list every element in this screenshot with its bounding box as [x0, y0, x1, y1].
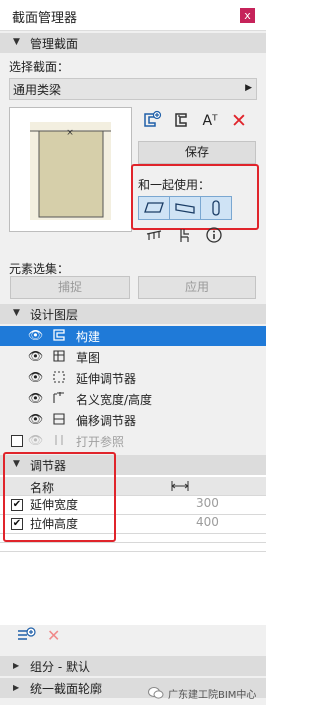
layer-label: 名义宽度/高度: [76, 393, 153, 407]
offset-adjuster-icon: [53, 413, 65, 425]
components-default-header[interactable]: ▶ 组分 - 默认: [0, 656, 266, 676]
sketch-layer-icon: [53, 350, 65, 362]
duplicate-profile-icon[interactable]: [170, 110, 192, 132]
visibility-eye-icon[interactable]: 👁: [28, 349, 44, 363]
visibility-eye-icon[interactable]: 👁: [28, 370, 44, 384]
expand-triangle-icon: ▶: [13, 683, 20, 692]
use-with-column-button[interactable]: [200, 196, 232, 220]
delete-adjuster-icon[interactable]: ✕: [47, 626, 60, 645]
rename-text-icon[interactable]: Aᵀ: [199, 110, 221, 132]
visibility-eye-icon[interactable]: 👁: [28, 391, 44, 405]
layer-label: 偏移调节器: [76, 414, 137, 428]
select-profile-label: 选择截面：: [9, 60, 70, 74]
watermark: 广东建工院BIM中心: [148, 684, 264, 702]
manage-profiles-header[interactable]: ▼ 管理截面: [0, 33, 266, 53]
railing-icon[interactable]: [143, 226, 165, 248]
layer-label: 打开参照: [76, 435, 125, 449]
nominal-size-icon: [53, 392, 64, 403]
chair-icon[interactable]: [173, 226, 195, 248]
open-reference-checkbox[interactable]: [11, 435, 23, 447]
collapse-triangle-icon: ▼: [13, 308, 20, 318]
dropdown-arrow-icon: ▶: [245, 83, 252, 93]
components-default-title: 组分 - 默认: [30, 660, 90, 674]
profile-dropdown[interactable]: 通用类梁 ▶: [9, 78, 257, 100]
layer-label: 草图: [76, 351, 101, 365]
wall-icon: [144, 202, 164, 213]
apply-button[interactable]: 应用: [138, 276, 256, 299]
new-profile-icon[interactable]: [141, 110, 163, 132]
use-with-wall-button[interactable]: [138, 196, 170, 220]
layer-row-sketch[interactable]: 👁 草图: [0, 347, 266, 367]
profile-manager-panel: 截面管理器 x ▼ 管理截面 选择截面： 通用类梁 ▶ × Aᵀ ✕ 保存 和一…: [0, 0, 266, 705]
collapse-triangle-icon: ▼: [13, 37, 20, 47]
visibility-eye-icon[interactable]: 👁: [28, 412, 44, 426]
adjusters-highlight: [3, 452, 116, 542]
width-arrows-icon: [171, 481, 189, 491]
manage-profiles-title: 管理截面: [30, 37, 79, 51]
close-button[interactable]: x: [240, 8, 255, 23]
wechat-icon: [148, 687, 164, 699]
visibility-eye-icon[interactable]: 👁: [28, 328, 44, 342]
save-button[interactable]: 保存: [138, 141, 256, 164]
expand-triangle-icon: ▶: [13, 661, 20, 670]
layer-row-offset-adjuster[interactable]: 👁 偏移调节器: [0, 410, 266, 430]
visibility-eye-icon: 👁: [28, 433, 44, 447]
capture-button[interactable]: 捕捉: [10, 276, 130, 299]
build-layer-icon: [53, 329, 65, 341]
layer-row-stretch-adjuster[interactable]: 👁 延伸调节器: [0, 368, 266, 388]
info-icon[interactable]: [203, 226, 225, 248]
design-layers-header[interactable]: ▼ 设计图层: [0, 304, 266, 324]
open-reference-icon: [55, 435, 63, 445]
layer-row-nominal-size[interactable]: 👁 名义宽度/高度: [0, 389, 266, 409]
adjuster-value-stretch-height[interactable]: 400: [196, 515, 219, 529]
unified-profile-outline-title: 统一截面轮廓: [30, 682, 103, 696]
layer-row-build[interactable]: 👁 构建: [0, 326, 266, 346]
use-with-label: 和一起使用：: [138, 178, 211, 192]
delete-profile-icon[interactable]: ✕: [228, 110, 250, 132]
element-set-label: 元素选集：: [9, 262, 70, 276]
adjuster-value-stretch-width[interactable]: 300: [196, 496, 219, 510]
use-with-beam-button[interactable]: [169, 196, 201, 220]
watermark-text: 广东建工院BIM中心: [168, 690, 257, 701]
svg-text:×: ×: [66, 128, 74, 138]
add-adjuster-icon[interactable]: [16, 626, 36, 648]
design-layers-title: 设计图层: [30, 308, 79, 322]
profile-dropdown-value: 通用类梁: [13, 83, 62, 97]
layer-label: 构建: [76, 330, 101, 344]
layer-row-open-reference[interactable]: 👁 打开参照: [0, 431, 266, 451]
title-bar: 截面管理器 x: [0, 0, 266, 31]
profile-preview: ×: [9, 107, 132, 232]
stretch-adjuster-icon: [53, 371, 65, 383]
layer-label: 延伸调节器: [76, 372, 137, 386]
divider: [0, 542, 266, 543]
divider: [0, 551, 266, 552]
window-title: 截面管理器: [12, 11, 78, 26]
beam-icon: [175, 203, 195, 214]
column-icon: [212, 200, 220, 216]
